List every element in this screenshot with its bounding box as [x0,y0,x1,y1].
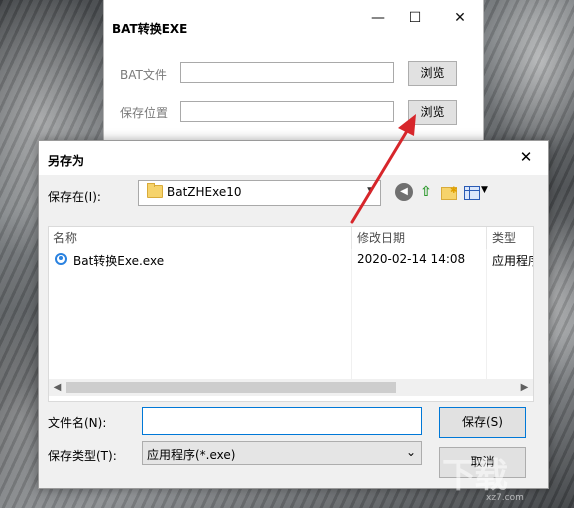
annotation-arrow [350,114,416,224]
watermark-url: xz7.com [486,493,524,503]
watermark-logo: 下载 [442,456,508,496]
